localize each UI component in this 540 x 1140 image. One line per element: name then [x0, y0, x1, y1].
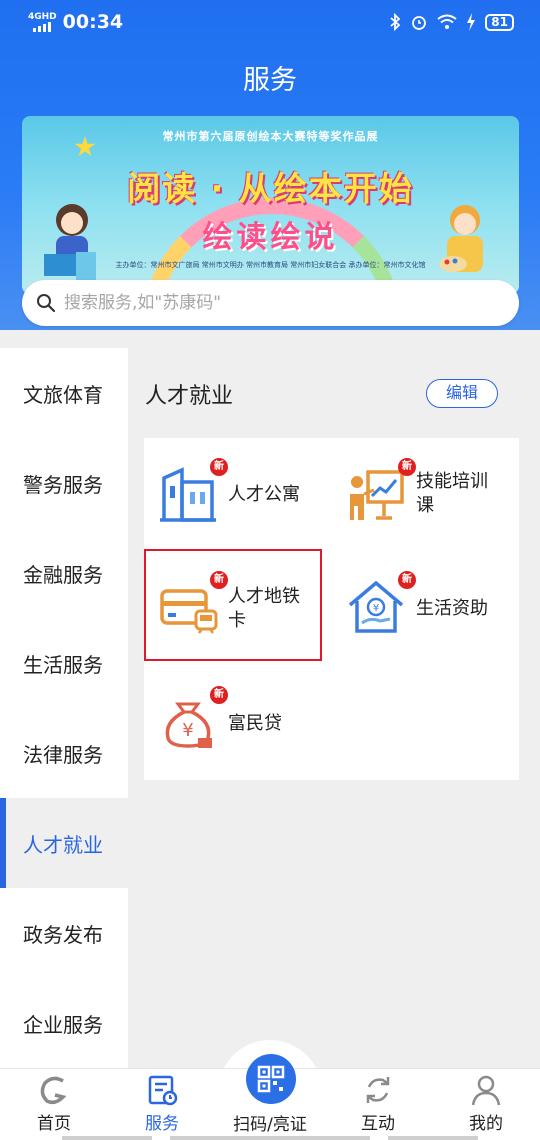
person-icon: [471, 1075, 501, 1106]
service-doc-icon: [148, 1075, 178, 1106]
service-living-subsidy[interactable]: ¥ 新 生活资助: [332, 551, 512, 661]
sidebar-item-finance-services[interactable]: 金融服务: [0, 528, 128, 618]
nav-label: 扫码/亮证: [233, 1115, 307, 1135]
sidebar-item-enterprise-services[interactable]: 企业服务: [0, 978, 128, 1068]
svg-text:¥: ¥: [182, 720, 193, 741]
nav-label: 我的: [469, 1114, 503, 1134]
service-skills-training[interactable]: 新 技能培训课: [332, 438, 512, 548]
living-subsidy-icon: ¥: [348, 580, 404, 633]
promo-banner[interactable]: 常州市第六届原创绘本大赛特等奖作品展 阅读 · 从绘本开始 绘读绘说 主办单位：…: [22, 116, 519, 294]
signal-indicator: 4GHD: [28, 11, 57, 32]
service-label: 人才公寓: [228, 484, 300, 505]
sidebar-item-label: 金融服务: [23, 562, 103, 587]
category-sidebar: 文旅体育 警务服务 金融服务 生活服务 法律服务 人才就业 政务发布 企业服务: [0, 348, 128, 1068]
sidebar-item-life-services[interactable]: 生活服务: [0, 618, 128, 708]
qr-scan-icon: [257, 1065, 285, 1093]
training-board-icon: [350, 470, 404, 520]
search-input[interactable]: [64, 293, 484, 313]
search-bar[interactable]: [22, 280, 519, 326]
gesture-bar: [388, 1136, 478, 1140]
battery-indicator: 81: [485, 13, 514, 31]
sidebar-item-label: 警务服务: [23, 472, 103, 497]
clock: 00:34: [62, 11, 124, 33]
search-icon: [37, 294, 56, 313]
charging-icon: [467, 13, 476, 31]
sidebar-item-label: 人才就业: [23, 832, 103, 857]
gesture-bar: [62, 1136, 152, 1140]
bluetooth-icon: [390, 13, 401, 31]
nav-scan-button[interactable]: [246, 1054, 296, 1104]
apartment-building-icon: [160, 467, 216, 522]
service-talent-apartment[interactable]: 新 人才公寓: [144, 438, 324, 548]
alarm-icon: [412, 16, 427, 30]
sidebar-item-label: 生活服务: [23, 652, 103, 677]
banner-top-text: 常州市第六届原创绘本大赛特等奖作品展: [162, 130, 379, 143]
wifi-icon: [437, 14, 457, 29]
reading-girl-illustration: [44, 204, 96, 282]
status-bar: 4GHD 00:34 81: [0, 0, 540, 44]
nav-profile[interactable]: 我的: [432, 1073, 540, 1134]
sidebar-item-label: 文旅体育: [23, 382, 103, 407]
service-fumin-loan[interactable]: ¥ 新 富民贷: [144, 666, 324, 776]
nav-services[interactable]: 服务: [108, 1073, 216, 1134]
sidebar-item-government-releases[interactable]: 政务发布: [0, 888, 128, 978]
service-label: 生活资助: [416, 598, 488, 619]
network-type-label: 4GHD: [28, 11, 57, 22]
svg-text:¥: ¥: [373, 603, 379, 614]
sidebar-item-legal-services[interactable]: 法律服务: [0, 708, 128, 798]
nav-label: 互动: [361, 1114, 395, 1134]
nav-label: 服务: [145, 1114, 179, 1134]
gesture-bar: [170, 1136, 370, 1140]
section-title: 人才就业: [145, 384, 234, 409]
home-logo-icon: [40, 1076, 67, 1105]
service-label: 富民贷: [228, 713, 282, 734]
money-bag-icon: ¥: [165, 702, 212, 748]
refresh-icon: [366, 1077, 390, 1103]
new-badge: 新: [210, 686, 228, 704]
sidebar-item-talent-employment[interactable]: 人才就业: [0, 798, 128, 888]
page-title: 服务: [243, 65, 297, 96]
sidebar-item-culture-tourism-sports[interactable]: 文旅体育: [0, 348, 128, 438]
nav-interaction[interactable]: 互动: [324, 1073, 432, 1134]
nav-home[interactable]: 首页: [0, 1073, 108, 1134]
sidebar-item-police-services[interactable]: 警务服务: [0, 438, 128, 528]
selection-highlight-box: [144, 549, 322, 661]
signal-icon: [33, 21, 52, 32]
new-badge: 新: [398, 458, 416, 476]
sidebar-item-label: 企业服务: [23, 1012, 103, 1037]
sidebar-item-label: 法律服务: [23, 742, 103, 767]
new-badge: 新: [210, 458, 228, 476]
service-label: 技能培训课: [416, 471, 488, 516]
new-badge: 新: [398, 571, 416, 589]
painting-girl-illustration: [439, 205, 483, 272]
edit-button[interactable]: 编辑: [426, 379, 498, 408]
sidebar-item-label: 政务发布: [23, 922, 103, 947]
nav-label: 首页: [37, 1114, 71, 1134]
